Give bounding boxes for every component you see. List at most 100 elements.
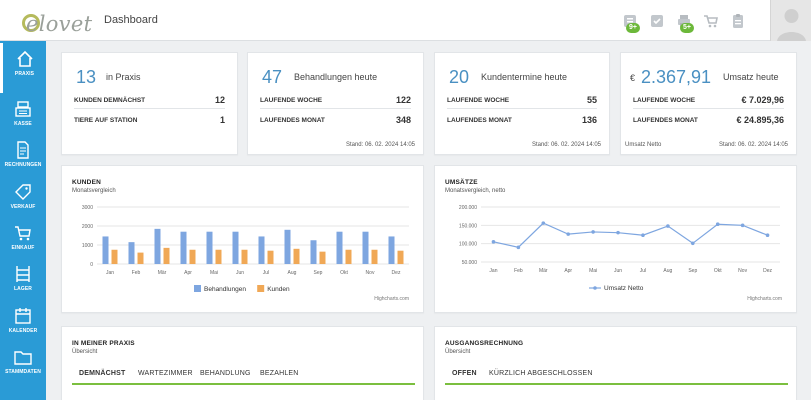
clipboard-icon[interactable] [730, 13, 746, 29]
ausgangsrechnung-panel: AUSGANGSRECHNUNG Übersicht OFFEN KÜRZLIC… [434, 326, 797, 400]
y-tick-label: 3000 [82, 205, 93, 211]
x-tick-label: Mär [539, 268, 548, 274]
x-tick-label: Mai [589, 268, 597, 274]
x-tick-label: Jul [263, 270, 269, 276]
tasks-badge: 9+ [626, 23, 640, 33]
x-tick-label: Jan [106, 270, 114, 276]
currency-symbol: € [630, 73, 636, 83]
chart-credit: Highcharts.com [374, 296, 409, 302]
printer-badge: 5+ [680, 23, 694, 33]
y-tick-label: 1000 [82, 243, 93, 249]
x-tick-label: Jan [489, 268, 497, 274]
stat-caption: Umsatz heute [723, 72, 779, 82]
bar-behandlungen [180, 231, 187, 264]
bar-kunden [215, 249, 222, 264]
x-tick-label: Feb [514, 268, 523, 274]
stat-caption: in Praxis [106, 72, 141, 82]
x-tick-label: Aug [663, 268, 672, 274]
panel-title: IN MEINER PRAXIS [72, 340, 135, 347]
data-point [591, 230, 595, 234]
x-tick-label: Nov [366, 270, 375, 276]
y-tick-label: 2000 [82, 224, 93, 230]
sidebar-item-label: STAMMDATEN [5, 369, 41, 375]
stat-row: LAUFENDE WOCHE 55 [447, 93, 597, 109]
active-tab-indicator [445, 383, 788, 385]
stat-caption: Kundentermine heute [481, 72, 568, 82]
tab-demnaechst[interactable]: DEMNÄCHST [79, 370, 126, 377]
tab-offen[interactable]: OFFEN [452, 370, 477, 377]
sidebar-item-label: EINKAUF [11, 245, 35, 251]
cash-register-icon [15, 101, 31, 117]
stat-value: 13 [76, 67, 97, 87]
data-point [765, 233, 770, 238]
stat-row-label: TIERE AUF STATION [74, 117, 138, 124]
active-tab-indicator [72, 383, 415, 385]
data-point [641, 233, 645, 238]
stat-row-value: 55 [586, 95, 597, 105]
tab-wartezimmer[interactable]: WARTEZIMMER [138, 370, 193, 377]
stat-row: TIERE AUF STATION 1 [74, 113, 225, 129]
stat-value: 2.367,91 [641, 67, 712, 87]
stat-row: KUNDEN DEMNÄCHST 12 [74, 93, 225, 109]
umsatz-netto-note: Umsatz Netto [625, 142, 662, 148]
tab-bezahlen[interactable]: BEZAHLEN [260, 370, 299, 377]
stat-value: 47 [262, 67, 283, 87]
sidebar-item-label: LAGER [14, 286, 32, 292]
praxis-tabs: DEMNÄCHST WARTEZIMMER BEHANDLUNG BEZAHLE… [72, 368, 415, 385]
elovet-logo[interactable]: elovet [12, 8, 92, 36]
x-tick-label: Mai [210, 270, 218, 276]
bar-kunden [397, 250, 404, 264]
stat-row-value: 348 [395, 115, 411, 125]
x-tick-label: Dez [392, 270, 401, 276]
y-tick-label: 50.000 [462, 260, 478, 266]
stat-row: LAUFENDE WOCHE 122 [260, 93, 411, 109]
invoice-icon [17, 141, 29, 159]
legend-swatch [257, 285, 265, 292]
stat-row-label: LAUFENDE WOCHE [260, 97, 323, 104]
x-tick-label: Jun [236, 270, 244, 276]
data-point [740, 223, 745, 228]
check-icon[interactable] [649, 13, 665, 29]
umsatz-panel: UMSÄTZE Monatsvergleich, netto 200.000 15… [434, 165, 797, 313]
user-silhouette-icon [777, 9, 806, 41]
sidebar-item-praxis[interactable]: PRAXIS [0, 43, 46, 93]
sidebar: PRAXIS KASSE RECHNUNGEN VERKAUF EINKAUF [0, 41, 46, 400]
tab-behandlung[interactable]: BEHANDLUNG [200, 370, 251, 377]
cart-icon[interactable] [703, 13, 719, 29]
data-point [616, 230, 620, 235]
calendar-icon [15, 308, 31, 324]
x-tick-label: Jun [614, 268, 622, 274]
y-tick-label: 200.000 [459, 205, 477, 211]
sidebar-item-stammdaten[interactable]: STAMMDATEN [0, 341, 46, 391]
sidebar-item-label: KALENDER [8, 328, 38, 334]
bar-kunden [267, 250, 274, 264]
bar-behandlungen [258, 236, 265, 264]
umsatz-line-chart: 200.000 150.000 100.000 50.000 Jan Feb Mär Apr M… [459, 205, 780, 292]
bar-kunden [293, 248, 300, 264]
stat-row-value: € 7.029,96 [741, 95, 784, 105]
stat-row: LAUFENDES MONAT 136 [447, 113, 597, 129]
tab-kuerzlich-abgeschlossen[interactable]: KÜRZLICH ABGESCHLOSSEN [489, 370, 593, 377]
bar-behandlungen [362, 231, 369, 264]
bar-kunden [137, 252, 144, 264]
kunden-panel: KUNDEN Monatsvergleich 3000 2000 1000 0 Jan F… [61, 165, 424, 313]
x-tick-label: Okt [340, 270, 348, 276]
stat-row: LAUFENDES MONAT € 24.895,36 [633, 113, 784, 129]
data-point [491, 240, 496, 244]
data-point [666, 224, 670, 228]
bar-behandlungen [206, 231, 213, 264]
legend-label: Umsatz Netto [604, 285, 644, 292]
top-header: elovet Dashboard 9+ 5+ [0, 0, 811, 41]
bar-kunden [319, 251, 326, 264]
x-tick-label: Mär [158, 270, 167, 276]
bar-kunden [111, 249, 118, 264]
user-avatar[interactable] [770, 0, 811, 41]
stat-value: 20 [449, 67, 470, 87]
folder-icon [14, 351, 32, 365]
logo-text: elovet [26, 12, 93, 36]
data-point [516, 245, 521, 250]
x-tick-label: Apr [184, 270, 192, 276]
stat-row: LAUFENDE WOCHE € 7.029,96 [633, 93, 784, 109]
stat-row: LAUFENDES MONAT 348 [260, 113, 411, 129]
stat-row-value: 12 [214, 95, 225, 105]
